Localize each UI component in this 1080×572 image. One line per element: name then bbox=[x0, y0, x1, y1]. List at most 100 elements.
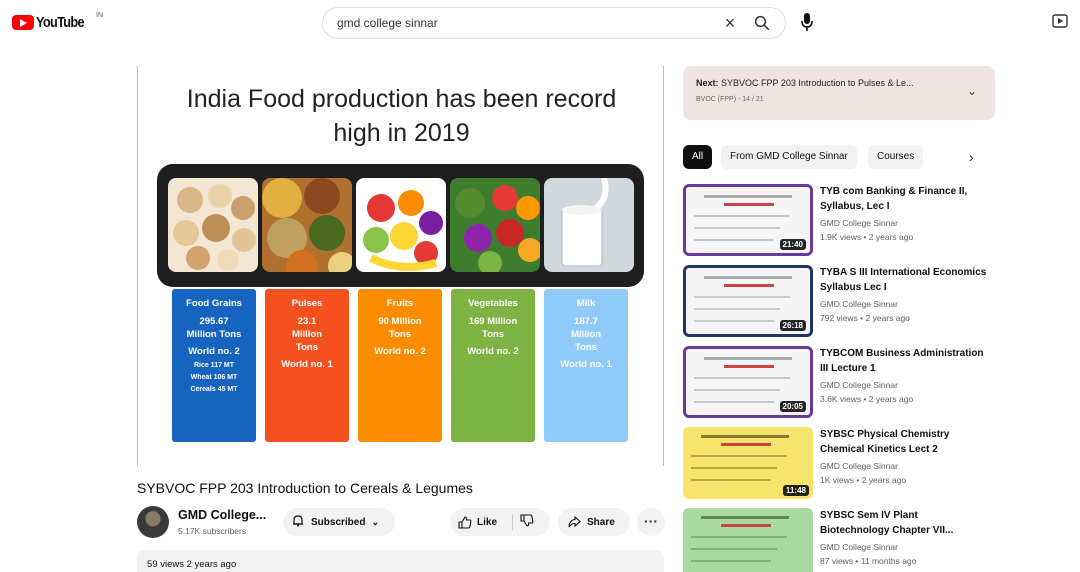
column-milk: Milk 187.7 Million Tons World no. 1 bbox=[544, 289, 628, 442]
thumbs-down-icon[interactable] bbox=[520, 514, 536, 530]
list-item[interactable]: 21:40 TYB com Banking & Finance II, Syll… bbox=[683, 184, 995, 260]
channel-name[interactable]: GMD College... bbox=[178, 508, 266, 522]
recommendation-title[interactable]: TYBCOM Business Administration III Lectu… bbox=[820, 346, 990, 376]
thumbnail-text-line bbox=[691, 560, 771, 562]
column-rank: World no. 1 bbox=[281, 359, 333, 370]
thumbnail-header-line bbox=[704, 276, 792, 279]
column-value: 23.1 bbox=[297, 316, 317, 327]
next-prefix: Next: bbox=[696, 78, 719, 88]
recommendation-title[interactable]: SYBSC Sem IV Plant Biotechnology Chapter… bbox=[820, 508, 990, 538]
list-item[interactable]: SYBSC Sem IV Plant Biotechnology Chapter… bbox=[683, 508, 995, 572]
column-vegetables: Vegetables 169 Million Tons World no. 2 bbox=[451, 289, 535, 442]
video-duration: 26:18 bbox=[779, 320, 806, 331]
video-thumbnail[interactable]: 26:18 bbox=[683, 265, 813, 337]
column-unit: Tons bbox=[575, 342, 597, 353]
column-label: Food Grains bbox=[186, 298, 242, 309]
youtube-play-icon bbox=[12, 15, 34, 30]
column-value: 90 Million bbox=[378, 316, 422, 327]
thumbnail-text-line bbox=[694, 215, 790, 217]
video-player[interactable]: India Food production has been record hi… bbox=[137, 66, 664, 466]
microphone-icon[interactable] bbox=[800, 12, 820, 34]
subscribed-button[interactable]: Subscribed ⌄ bbox=[283, 508, 395, 536]
vegetables-image bbox=[450, 178, 540, 272]
playlist-position: BVOC (FPP) - 14 / 21 bbox=[696, 96, 764, 103]
thumbnail-header-line bbox=[704, 357, 792, 360]
column-detail: Cereals 45 MT bbox=[190, 386, 238, 393]
video-duration: 11:48 bbox=[782, 485, 809, 496]
thumbnail-text-line bbox=[694, 239, 774, 241]
chip-courses[interactable]: Courses bbox=[868, 145, 924, 169]
milk-image bbox=[544, 178, 634, 272]
column-rank: World no. 1 bbox=[560, 359, 612, 370]
search-icon[interactable] bbox=[753, 14, 773, 34]
column-unit: Million Tons bbox=[186, 329, 242, 340]
recommendation-meta: 3.6K views • 2 years ago bbox=[820, 394, 914, 404]
subscriber-count: 5.17K subscribers bbox=[178, 526, 247, 536]
recommendation-channel[interactable]: GMD College Sinnar bbox=[820, 461, 898, 471]
playlist-next-card[interactable]: Next: SYBVOC FPP 203 Introduction to Pul… bbox=[683, 66, 995, 120]
recommendation-channel[interactable]: GMD College Sinnar bbox=[820, 380, 898, 390]
logo-text: YouTube bbox=[36, 14, 85, 31]
recommendation-meta: 1.9K views • 2 years ago bbox=[820, 232, 914, 242]
video-thumbnail[interactable]: 21:40 bbox=[683, 184, 813, 256]
chevron-down-icon[interactable]: ⌄ bbox=[967, 84, 977, 98]
logo-country: IN bbox=[96, 12, 103, 19]
recommendation-meta: 87 views • 11 months ago bbox=[820, 556, 917, 566]
more-actions-button[interactable]: ··· bbox=[637, 508, 665, 536]
column-unit: Tons bbox=[482, 329, 504, 340]
list-item[interactable]: 11:48 SYBSC Physical Chemistry Chemical … bbox=[683, 427, 995, 503]
search-input[interactable] bbox=[337, 16, 707, 30]
thumbnail-text-line bbox=[694, 389, 780, 391]
list-item[interactable]: 20:05 TYBCOM Business Administration III… bbox=[683, 346, 995, 422]
thumbnail-text-line bbox=[694, 401, 774, 403]
chip-from-channel[interactable]: From GMD College Sinnar bbox=[721, 145, 857, 169]
cast-icon[interactable] bbox=[1052, 14, 1068, 30]
column-unit: Tons bbox=[389, 329, 411, 340]
thumbnail-header-line bbox=[701, 435, 789, 438]
column-unit: Million bbox=[291, 329, 323, 340]
column-label: Pulses bbox=[291, 298, 323, 309]
share-icon bbox=[568, 516, 581, 528]
column-rank: World no. 2 bbox=[467, 346, 519, 357]
video-thumbnail[interactable] bbox=[683, 508, 813, 572]
chevron-right-icon[interactable]: › bbox=[969, 149, 974, 165]
food-image-strip bbox=[157, 164, 644, 287]
grains-image bbox=[168, 178, 258, 272]
video-thumbnail[interactable]: 20:05 bbox=[683, 346, 813, 418]
thumbnail-heading-line bbox=[724, 284, 774, 287]
recommendation-meta: 792 views • 2 years ago bbox=[820, 313, 910, 323]
column-detail: Wheat 106 MT bbox=[190, 374, 238, 381]
thumbnail-text-line bbox=[691, 479, 771, 481]
like-button[interactable]: Like bbox=[458, 508, 497, 536]
recommendation-title[interactable]: TYB com Banking & Finance II, Syllabus, … bbox=[820, 184, 990, 214]
column-label: Fruits bbox=[386, 298, 414, 309]
search-box[interactable]: × bbox=[322, 7, 786, 39]
thumbnail-heading-line bbox=[721, 524, 771, 527]
column-food-grains: Food Grains 295.67 Million Tons World no… bbox=[172, 289, 256, 442]
recommendation-channel[interactable]: GMD College Sinnar bbox=[820, 542, 898, 552]
slide-title-line1: India Food production has been record bbox=[186, 85, 617, 113]
recommendation-title[interactable]: SYBSC Physical Chemistry Chemical Kineti… bbox=[820, 427, 990, 457]
column-value: 295.67 bbox=[199, 316, 229, 327]
column-pulses: Pulses 23.1 Million Tons World no. 1 bbox=[265, 289, 349, 442]
thumbnail-text-line bbox=[691, 467, 777, 469]
slide-title-line2: high in 2019 bbox=[333, 119, 470, 147]
youtube-logo[interactable]: YouTube IN bbox=[12, 12, 103, 31]
share-button[interactable]: Share bbox=[558, 508, 630, 536]
recommendation-channel[interactable]: GMD College Sinnar bbox=[820, 218, 898, 228]
thumbnail-text-line bbox=[694, 320, 774, 322]
top-bar: YouTube IN × bbox=[0, 0, 1080, 48]
description-box[interactable]: 59 views 2 years ago bbox=[137, 550, 664, 572]
channel-avatar[interactable] bbox=[137, 506, 169, 538]
close-icon[interactable]: × bbox=[720, 13, 740, 33]
list-item[interactable]: 26:18 TYBA S III International Economics… bbox=[683, 265, 995, 341]
chip-all[interactable]: All bbox=[683, 145, 713, 169]
thumbnail-text-line bbox=[691, 548, 777, 550]
like-label: Like bbox=[477, 516, 498, 528]
chevron-down-icon: ⌄ bbox=[371, 516, 380, 527]
recommendation-channel[interactable]: GMD College Sinnar bbox=[820, 299, 898, 309]
video-thumbnail[interactable]: 11:48 bbox=[683, 427, 813, 499]
column-label: Milk bbox=[576, 298, 596, 309]
recommendation-title[interactable]: TYBA S III International Economics Sylla… bbox=[820, 265, 990, 295]
slide-title: India Food production has been record hi… bbox=[138, 82, 663, 150]
